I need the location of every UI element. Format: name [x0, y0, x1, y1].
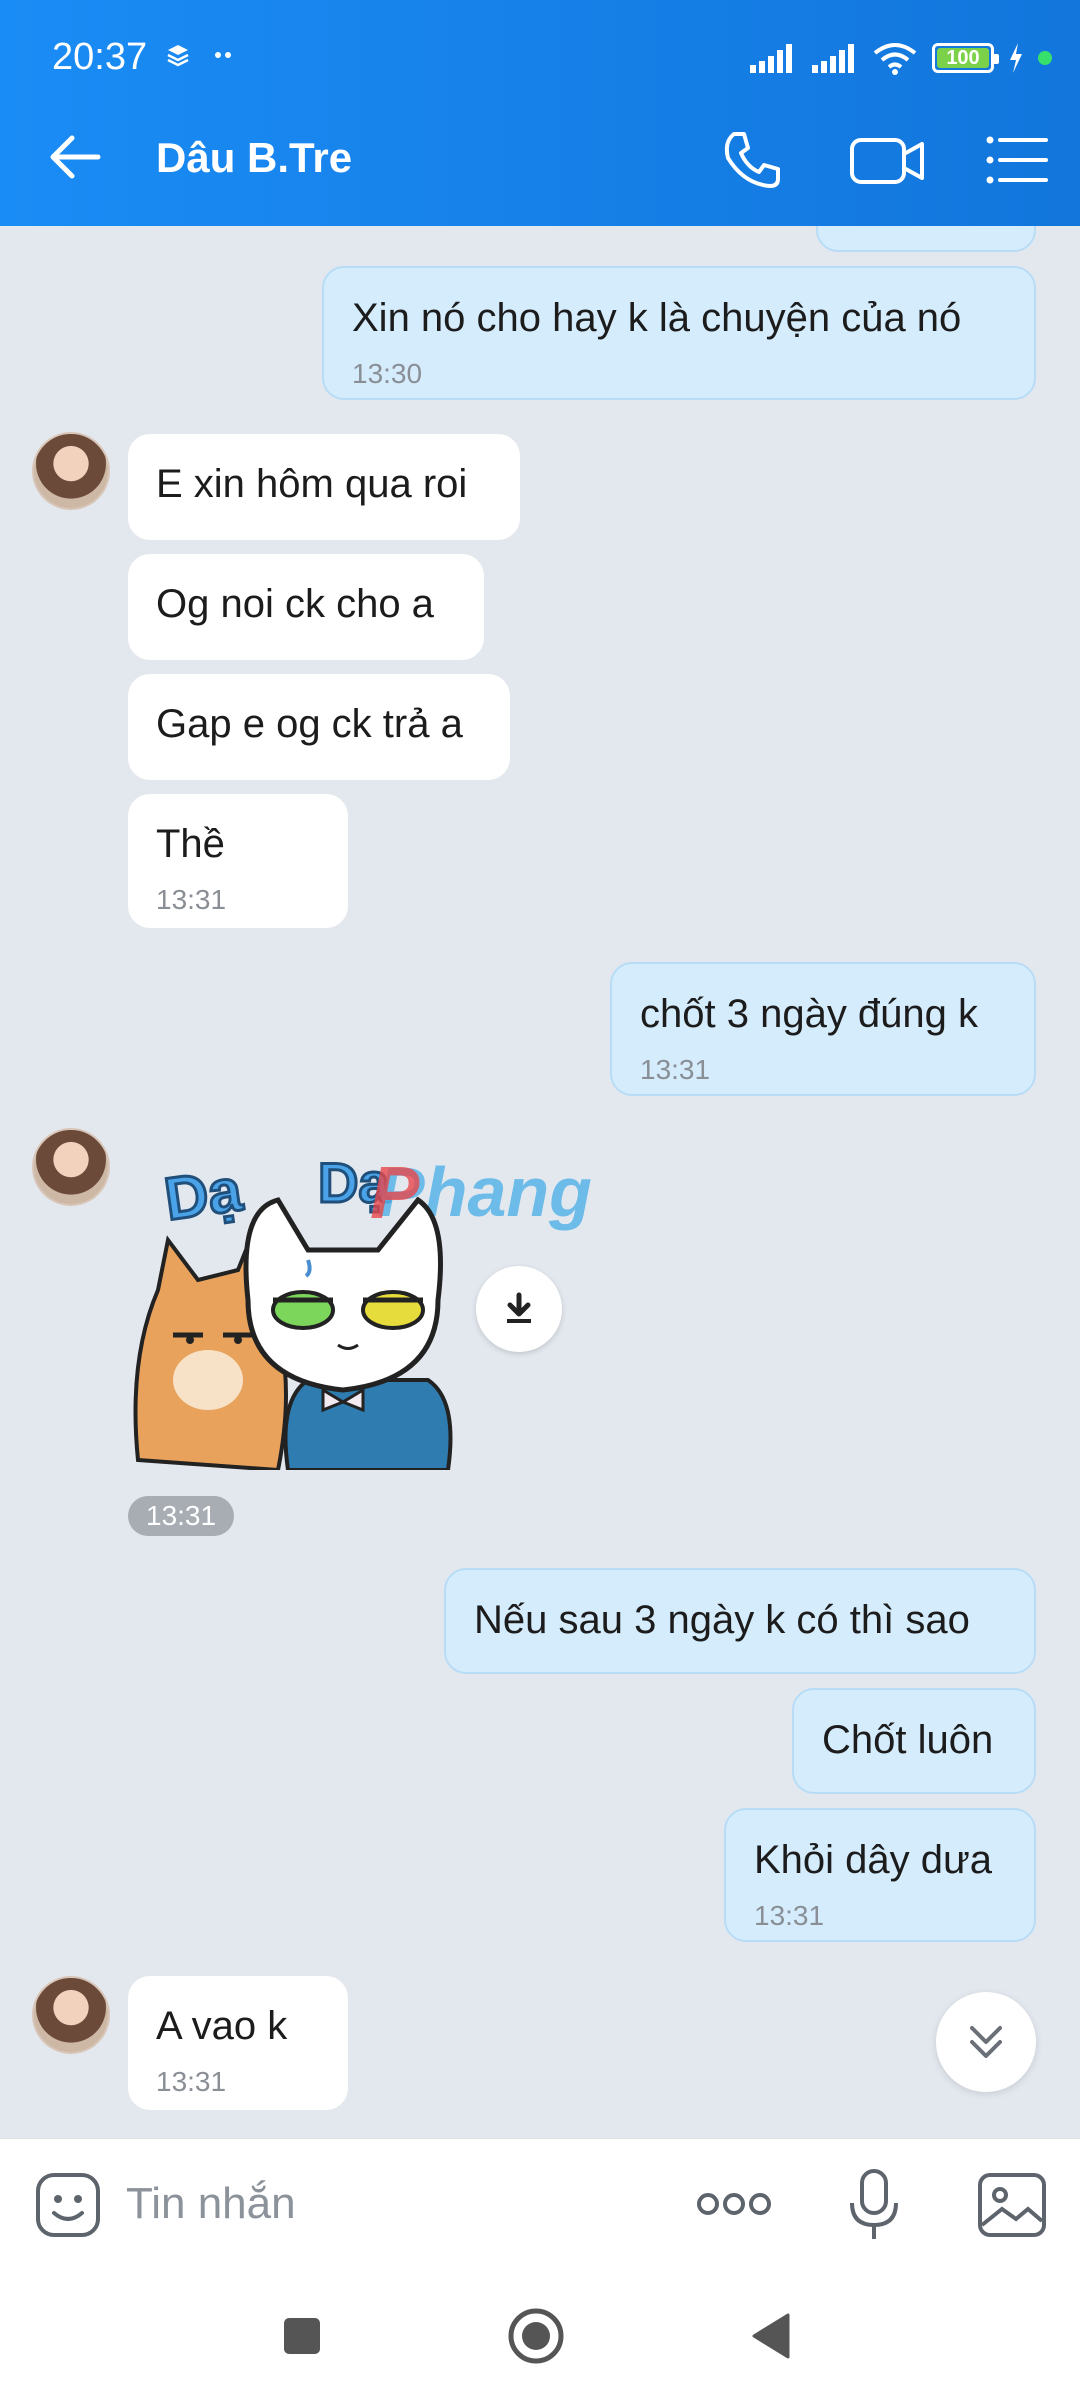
- battery-level: 100: [946, 46, 980, 69]
- message-bubble-outgoing[interactable]: Chốt luôn: [792, 1688, 1036, 1794]
- message-time: 13:30: [352, 358, 423, 389]
- message-bubble-outgoing[interactable]: Xin nó cho hay k là chuyện của nó 13:30: [322, 266, 1036, 400]
- message-text: E xin hôm qua roi: [156, 462, 468, 506]
- sticker-image[interactable]: Dạ Dạ Phang P: [128, 1140, 718, 1470]
- message-bubble-outgoing[interactable]: chốt 3 ngày đúng k 13:31: [610, 962, 1036, 1096]
- message-text: Xin nó cho hay k là chuyện của nó: [352, 296, 962, 340]
- message-text: Nếu sau 3 ngày k có thì sao: [474, 1598, 970, 1642]
- home-circle-icon: [508, 2308, 564, 2364]
- back-nav-button[interactable]: [740, 2306, 800, 2366]
- message-bubble-incoming[interactable]: Gap e og ck trả a: [128, 674, 510, 780]
- emoji-sticker-icon[interactable]: [32, 2169, 104, 2241]
- download-sticker-button[interactable]: [476, 1266, 562, 1352]
- message-text: Chốt luôn: [822, 1718, 994, 1762]
- signal-icon: [750, 44, 792, 73]
- back-button[interactable]: [40, 122, 110, 192]
- square-icon: [284, 2318, 320, 2354]
- message-text: Og noi ck cho a: [156, 582, 434, 626]
- double-chevron-down-icon: [970, 2026, 1002, 2058]
- message-time: 13:31: [754, 1900, 825, 1931]
- video-call-button[interactable]: [846, 122, 930, 198]
- message-time: 13:31: [156, 884, 227, 915]
- message-bubble-partial[interactable]: [816, 226, 1036, 252]
- voice-call-button[interactable]: [714, 122, 790, 198]
- contact-name[interactable]: Dâu B.Tre: [156, 134, 352, 182]
- chat-options-button[interactable]: [980, 122, 1056, 198]
- message-text: Khỏi dây dưa: [754, 1838, 993, 1882]
- home-button[interactable]: [506, 2306, 566, 2366]
- video-camera-icon: [850, 138, 924, 184]
- signal-icon-2: [812, 44, 854, 73]
- more-options-icon[interactable]: [694, 2189, 774, 2219]
- message-text: Thề: [156, 822, 225, 866]
- message-bubble-incoming[interactable]: E xin hôm qua roi: [128, 434, 520, 540]
- message-bubble-incoming[interactable]: Og noi ck cho a: [128, 554, 484, 660]
- avatar[interactable]: [32, 1976, 110, 2054]
- message-text: A vao k: [156, 2004, 288, 2048]
- back-arrow-icon: [50, 135, 101, 179]
- battery-icon: 100: [932, 43, 999, 73]
- message-bubble-outgoing[interactable]: Khỏi dây dưa 13:31: [724, 1808, 1036, 1942]
- privacy-indicator: [1038, 51, 1052, 65]
- avatar[interactable]: [32, 1128, 110, 1206]
- scroll-to-bottom-button[interactable]: [936, 1992, 1036, 2092]
- status-time: 20:37: [52, 36, 148, 78]
- phone-icon: [724, 132, 780, 188]
- charging-icon: [1010, 43, 1022, 73]
- avatar[interactable]: [32, 432, 110, 510]
- list-menu-icon: [986, 136, 1048, 184]
- sticker-text-1: Dạ: [160, 1156, 246, 1233]
- wifi-icon: [873, 43, 917, 75]
- sticker-time: 13:31: [128, 1496, 235, 1536]
- download-icon: [507, 1292, 531, 1323]
- message-time: 13:31: [640, 1054, 711, 1085]
- message-input[interactable]: [126, 2171, 646, 2237]
- triangle-back-icon: [752, 2313, 790, 2359]
- notification-icons: [166, 44, 236, 73]
- status-bar: 20:37 100: [0, 0, 1080, 92]
- recents-button[interactable]: [272, 2306, 332, 2366]
- system-nav-bar: [0, 2270, 1080, 2400]
- message-text: chốt 3 ngày đúng k: [640, 992, 979, 1036]
- message-bubble-incoming[interactable]: Thề 13:31: [128, 794, 348, 928]
- message-bubble-outgoing[interactable]: Nếu sau 3 ngày k có thì sao: [444, 1568, 1036, 1674]
- message-composer: [0, 2138, 1080, 2270]
- image-gallery-icon[interactable]: [976, 2169, 1048, 2241]
- message-bubble-incoming[interactable]: A vao k 13:31: [128, 1976, 348, 2110]
- message-text: Gap e og ck trả a: [156, 702, 463, 746]
- chat-header: Dâu B.Tre: [0, 92, 1080, 226]
- message-time: 13:31: [156, 2066, 227, 2097]
- microphone-icon[interactable]: [846, 2167, 902, 2243]
